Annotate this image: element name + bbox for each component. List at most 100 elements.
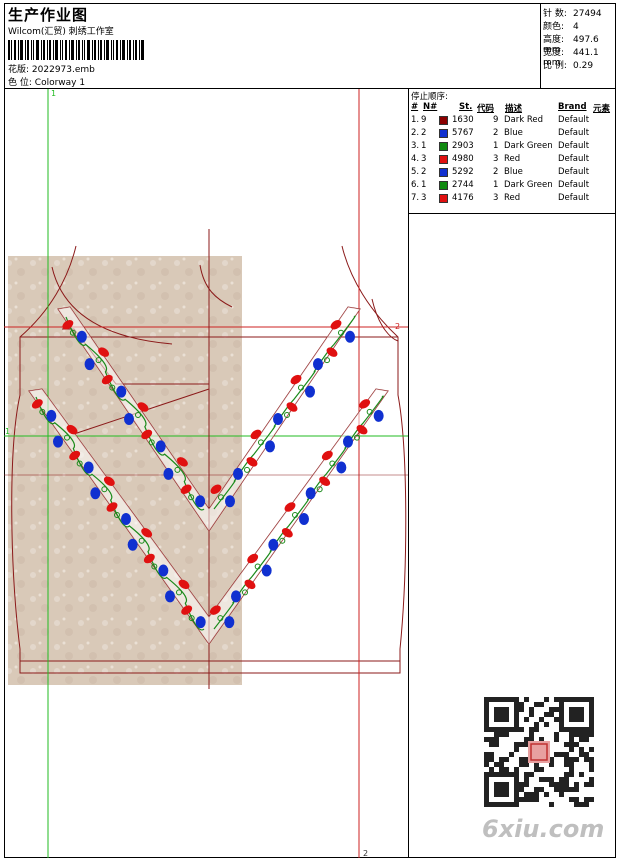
qr-module (524, 777, 529, 782)
design-drawing: 1 2 1 2 (4, 89, 408, 858)
qr-module (529, 772, 534, 777)
stop-cell-code: 2 (493, 128, 499, 138)
stop-cell-n: 2 (421, 128, 427, 138)
stop-cell-brand: Default (558, 128, 590, 138)
qr-module (519, 707, 524, 712)
qr-module (574, 797, 579, 802)
qr-module (564, 742, 569, 747)
qr-module (519, 762, 524, 767)
color-swatch (439, 116, 448, 125)
qr-module (524, 697, 529, 702)
qr-module (539, 717, 544, 722)
qr-module (559, 777, 564, 782)
qr-module (549, 712, 554, 717)
stop-cell-st: 2903 (452, 141, 474, 151)
stop-cell-desc: Dark Green (504, 141, 553, 151)
qr-module (494, 732, 499, 737)
qr-module (559, 752, 564, 757)
blue-berry (225, 495, 235, 508)
blue-berry (345, 330, 355, 343)
blue-berry (121, 513, 131, 525)
stop-sequence-panel: 停止顺序: # N# St. 代码 描述 Brand 元素 1. 9 1630 9 Da… (408, 89, 616, 214)
qr-module (569, 732, 574, 737)
blue-berry (83, 461, 94, 474)
qr-code-icon (484, 697, 594, 807)
qr-module (484, 737, 489, 742)
color-swatch (439, 194, 448, 203)
stop-cell-code: 1 (493, 180, 499, 190)
qr-module (514, 742, 519, 747)
blue-berry (373, 409, 384, 422)
qr-module (534, 727, 539, 732)
blue-berry (261, 564, 272, 577)
qr-module (574, 732, 579, 737)
qr-module (504, 767, 509, 772)
qr-module (589, 782, 594, 787)
qr-module (484, 757, 489, 762)
qr-module (554, 737, 559, 742)
stop-cell-desc: Red (504, 193, 521, 203)
stop-cell-code: 9 (493, 115, 499, 125)
qr-module (554, 717, 559, 722)
watermark: 6xiu.com (482, 815, 605, 843)
blue-berry (233, 467, 243, 480)
stop-cell-code: 1 (493, 141, 499, 151)
stat-stitches: 针 数: 27494 (543, 9, 602, 19)
qr-module (574, 782, 579, 787)
blue-berry (268, 538, 279, 551)
color-swatch (439, 129, 448, 138)
colorway-row: 色 位: Colorway 1 (8, 75, 85, 88)
stop-cell-desc: Blue (504, 167, 523, 177)
qr-module (539, 777, 544, 782)
blue-berry (127, 538, 138, 551)
qr-module (519, 787, 524, 792)
blue-berry (90, 487, 101, 500)
col-code: 代码 (477, 104, 495, 114)
blue-berry (336, 461, 347, 474)
stop-cell-num: 6. (411, 180, 420, 190)
stop-row: 6. 1 2744 1 Dark Green Default (409, 180, 617, 193)
col-stitches: St. (459, 102, 473, 112)
blue-berry (195, 616, 206, 629)
qr-module (524, 717, 529, 722)
stats-panel: 针 数: 27494 颜色: 4 高度: 497.6 mm 宽度: 441.1 mm 比… (541, 3, 616, 89)
qr-module (524, 772, 529, 777)
qr-module (564, 762, 569, 767)
qr-module (544, 722, 549, 727)
qr-finder (494, 707, 509, 722)
barcode-icon (8, 40, 144, 60)
blue-berry (195, 495, 206, 508)
qr-module (569, 797, 574, 802)
qr-module (519, 727, 524, 732)
qr-module (589, 777, 594, 782)
stop-cell-brand: Default (558, 154, 590, 164)
qr-module (534, 767, 539, 772)
stat-colors: 颜色: 4 (543, 22, 579, 32)
color-swatch (439, 168, 448, 177)
design-label: 花版: (8, 65, 30, 75)
stop-cell-st: 5767 (452, 128, 474, 138)
qr-module (519, 797, 524, 802)
guide-label-h2: 2 (395, 322, 400, 331)
qr-module (589, 767, 594, 772)
qr-module (514, 747, 519, 752)
qr-module (539, 702, 544, 707)
stop-cell-brand: Default (558, 115, 590, 125)
stop-cell-n: 1 (421, 141, 427, 151)
qr-module (534, 792, 539, 797)
stop-row: 5. 2 5292 2 Blue Default (409, 167, 617, 180)
stop-cell-code: 3 (493, 193, 499, 203)
blue-berry (46, 409, 57, 422)
stop-cell-num: 7. (411, 193, 420, 203)
qr-module (549, 707, 554, 712)
blue-berry (224, 616, 235, 629)
qr-module (584, 757, 589, 762)
studio-name: Wilcom(汇贸) 刺绣工作室 (8, 27, 114, 37)
stop-cell-n: 2 (421, 167, 427, 177)
stop-row: 2. 2 5767 2 Blue Default (409, 128, 617, 141)
qr-module (589, 732, 594, 737)
blue-berry (231, 590, 241, 603)
qr-module (534, 787, 539, 792)
stop-cell-desc: Dark Red (504, 115, 544, 125)
qr-module (504, 757, 509, 762)
